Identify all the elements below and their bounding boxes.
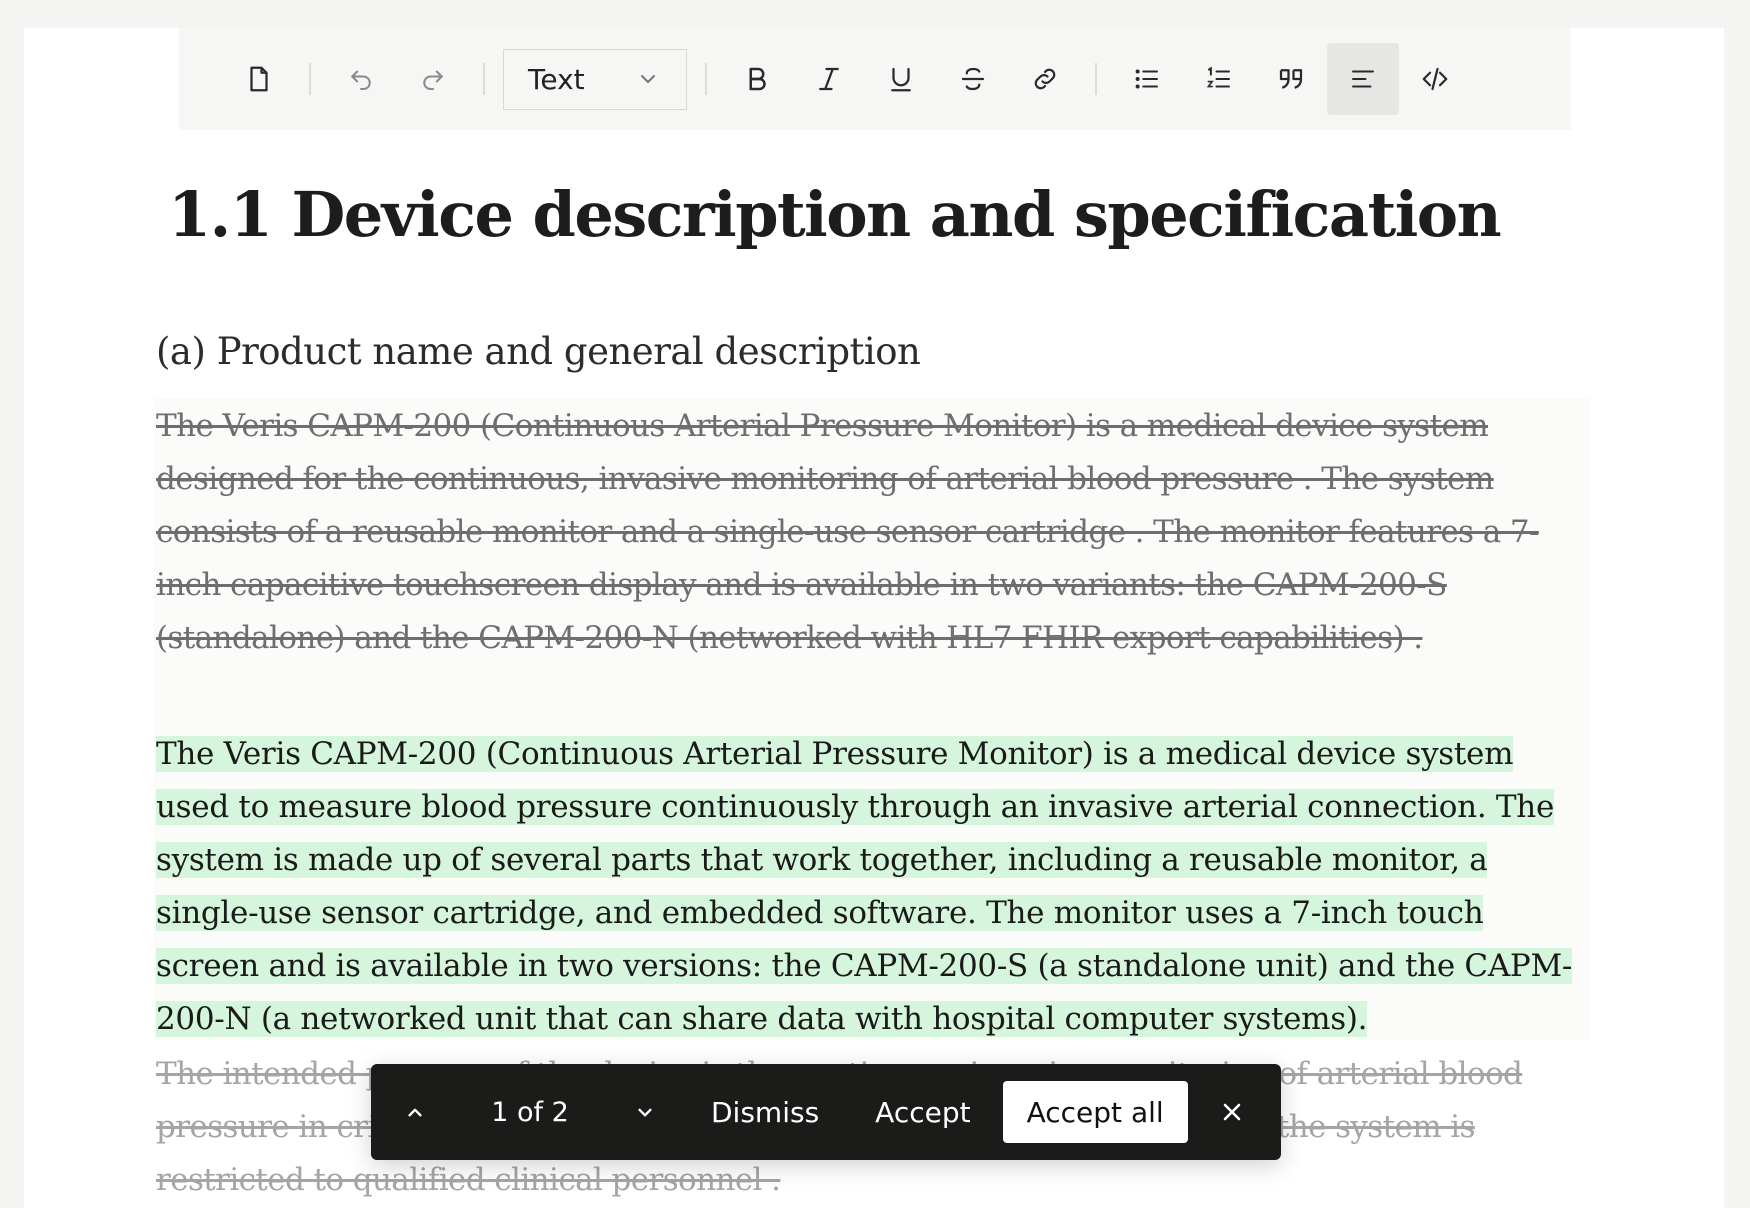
italic-icon xyxy=(819,67,839,91)
suggestion-review-bar: 1 of 2 Dismiss Accept Accept all xyxy=(371,1064,1281,1160)
redo-button[interactable] xyxy=(397,43,469,115)
numbered-list-button[interactable] xyxy=(1183,43,1255,115)
toolbar-divider xyxy=(1095,63,1097,95)
chevron-down-icon xyxy=(641,75,655,83)
bullet-list-icon xyxy=(1135,69,1158,89)
align-left-button[interactable] xyxy=(1327,43,1399,115)
numbered-list-icon xyxy=(1206,66,1230,88)
link-icon xyxy=(1034,68,1056,90)
undo-icon xyxy=(351,70,371,90)
code-button[interactable] xyxy=(1399,43,1471,115)
editor-toolbar: Text xyxy=(179,28,1571,130)
align-left-icon xyxy=(1352,70,1374,88)
undo-button[interactable] xyxy=(325,43,397,115)
bold-icon xyxy=(749,67,766,91)
bullet-list-button[interactable] xyxy=(1111,43,1183,115)
italic-button[interactable] xyxy=(793,43,865,115)
close-review-button[interactable] xyxy=(1202,1082,1262,1142)
quote-icon xyxy=(1279,69,1303,89)
accept-all-button[interactable]: Accept all xyxy=(1002,1081,1188,1143)
editor-page: Text 1.1 Device description and specific… xyxy=(24,28,1724,1208)
next-suggestion-button[interactable] xyxy=(615,1082,675,1142)
previous-suggestion-button[interactable] xyxy=(385,1082,445,1142)
section-heading[interactable]: (a) Product name and general description xyxy=(156,330,921,373)
toolbar-divider xyxy=(483,63,485,95)
close-icon xyxy=(1223,1103,1240,1121)
chevron-up-icon xyxy=(408,1108,422,1117)
block-type-value: Text xyxy=(528,62,585,96)
code-icon xyxy=(1422,67,1448,91)
link-button[interactable] xyxy=(1009,43,1081,115)
chevron-down-icon xyxy=(638,1108,652,1117)
inserted-text: The Veris CAPM-200 (Continuous Arterial … xyxy=(156,736,1573,1037)
document-button[interactable] xyxy=(223,43,295,115)
file-icon xyxy=(250,66,268,92)
document-title[interactable]: 1.1 Device description and specification xyxy=(168,178,1502,251)
underline-icon xyxy=(891,67,911,92)
toolbar-divider xyxy=(705,63,707,95)
underline-button[interactable] xyxy=(865,43,937,115)
deleted-paragraph[interactable]: The Veris CAPM-200 (Continuous Arterial … xyxy=(156,400,1586,665)
suggestion-counter: 1 of 2 xyxy=(491,1096,569,1128)
tracked-change-block[interactable]: The Veris CAPM-200 (Continuous Arterial … xyxy=(154,398,1590,1040)
toolbar-divider xyxy=(309,63,311,95)
strikethrough-icon xyxy=(961,67,985,91)
inserted-paragraph[interactable]: The Veris CAPM-200 (Continuous Arterial … xyxy=(156,728,1586,1046)
blockquote-button[interactable] xyxy=(1255,43,1327,115)
redo-icon xyxy=(423,70,443,90)
accept-button[interactable]: Accept xyxy=(847,1096,998,1129)
strikethrough-button[interactable] xyxy=(937,43,1009,115)
block-type-select[interactable]: Text xyxy=(503,48,687,110)
bold-button[interactable] xyxy=(721,43,793,115)
dismiss-button[interactable]: Dismiss xyxy=(683,1096,847,1129)
